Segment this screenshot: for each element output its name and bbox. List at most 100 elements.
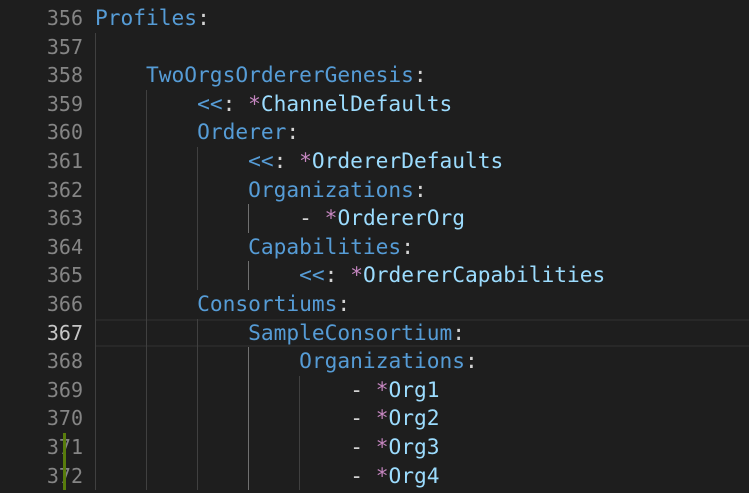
punctuation: : xyxy=(222,90,249,116)
indent-guide xyxy=(95,318,96,348)
indent-guide xyxy=(95,32,96,62)
line-number[interactable]: 361 xyxy=(0,147,83,176)
punctuation: : xyxy=(197,5,210,30)
indent-guide xyxy=(146,289,148,319)
indent-guide xyxy=(146,404,148,433)
indent-guide xyxy=(95,375,96,405)
indent-guide xyxy=(95,232,96,262)
punctuation: : xyxy=(324,262,351,288)
alias-name: ChannelDefaults xyxy=(260,90,453,116)
added-line-marker[interactable] xyxy=(63,461,66,491)
indent-guide xyxy=(146,318,148,348)
line-number[interactable]: 372 xyxy=(0,462,83,491)
yaml-key: << xyxy=(248,147,274,173)
indent-guide xyxy=(95,61,96,90)
indent-guide xyxy=(146,118,148,147)
added-line-marker[interactable] xyxy=(63,432,66,462)
yaml-key: TwoOrgsOrdererGenesis xyxy=(146,62,414,88)
line-number[interactable]: 370 xyxy=(0,404,83,433)
yaml-key: << xyxy=(197,90,223,116)
punctuation: : xyxy=(273,147,300,173)
alias-marker: * xyxy=(375,433,389,459)
indent-guide xyxy=(146,146,148,176)
indent-guide xyxy=(95,289,96,319)
code-line[interactable]: 360 Orderer: xyxy=(0,118,749,147)
code-text: TwoOrgsOrdererGenesis: xyxy=(146,61,427,90)
line-number[interactable]: 371 xyxy=(0,433,83,462)
line-number[interactable]: 366 xyxy=(0,290,83,319)
indent-guide xyxy=(248,432,250,462)
code-line[interactable]: 364 Capabilities: xyxy=(0,232,749,262)
yaml-key: Consortiums xyxy=(197,290,338,316)
indent-guide xyxy=(146,432,148,462)
code-text: - *OrdererOrg xyxy=(299,204,465,233)
code-text: - *Org2 xyxy=(350,404,439,433)
punctuation: - xyxy=(350,433,376,459)
indent-guide xyxy=(95,89,96,119)
code-line[interactable]: 362 Organizations: xyxy=(0,175,749,205)
indent-guide xyxy=(146,347,148,376)
alias-marker: * xyxy=(324,205,338,231)
indent-guide xyxy=(95,175,96,205)
code-text: - *Org3 xyxy=(350,433,439,462)
line-number[interactable]: 363 xyxy=(0,204,83,233)
indent-guide xyxy=(299,461,301,491)
indent-guide xyxy=(299,432,301,462)
alias-marker: * xyxy=(375,405,389,431)
punctuation: : xyxy=(413,176,427,202)
indent-guide xyxy=(95,261,96,290)
punctuation: : xyxy=(286,119,300,145)
indent-guide xyxy=(146,375,148,405)
alias-marker: * xyxy=(299,147,312,173)
line-number[interactable]: 360 xyxy=(0,118,83,147)
code-line[interactable]: 369 - *Org1 xyxy=(0,375,749,405)
alias-name: Org3 xyxy=(388,433,440,459)
line-number[interactable]: 357 xyxy=(0,33,83,62)
alias-name: Org1 xyxy=(388,376,440,402)
indent-guide xyxy=(248,204,250,233)
indent-guide xyxy=(197,318,199,348)
code-line[interactable]: 371 - *Org3 xyxy=(0,432,749,462)
punctuation: : xyxy=(464,348,478,374)
code-text: Consortiums: xyxy=(197,290,350,319)
line-number[interactable]: 356 xyxy=(0,4,83,33)
line-number[interactable]: 365 xyxy=(0,261,83,290)
line-number[interactable]: 359 xyxy=(0,90,83,119)
code-line[interactable]: 370 - *Org2 xyxy=(0,404,749,433)
code-text: Profiles: xyxy=(95,4,210,33)
code-line[interactable]: 356 Profiles: xyxy=(0,4,749,33)
code-line[interactable]: 359 <<: *ChannelDefaults xyxy=(0,89,749,119)
code-line[interactable]: 365 <<: *OrdererCapabilities xyxy=(0,261,749,290)
code-line[interactable]: 372 - *Org4 xyxy=(0,461,749,491)
yaml-key: SampleConsortium xyxy=(248,319,453,345)
yaml-key: Organizations xyxy=(248,176,414,202)
code-line[interactable]: 363 - *OrdererOrg xyxy=(0,204,749,233)
code-text: Orderer: xyxy=(197,118,299,147)
line-number[interactable]: 358 xyxy=(0,61,83,90)
punctuation: - xyxy=(350,405,376,431)
line-number[interactable]: 362 xyxy=(0,176,83,205)
alias-name: Org4 xyxy=(388,462,440,488)
code-line[interactable]: 361 <<: *OrdererDefaults xyxy=(0,146,749,176)
line-number[interactable]: 367 xyxy=(0,319,83,348)
line-number[interactable]: 369 xyxy=(0,376,83,405)
alias-marker: * xyxy=(350,262,363,288)
indent-guide xyxy=(248,461,250,491)
code-text: Capabilities: xyxy=(248,233,414,262)
code-line[interactable]: 368 Organizations: xyxy=(0,347,749,376)
code-line[interactable]: 366 Consortiums: xyxy=(0,289,749,319)
indent-guide xyxy=(248,375,250,405)
code-editor[interactable]: 356 Profiles: 357 358 TwoOrgsOrdererGenesis:… xyxy=(0,4,749,491)
indent-guide xyxy=(95,347,96,376)
indent-guide xyxy=(95,204,96,233)
code-line[interactable]: 358 TwoOrgsOrdererGenesis: xyxy=(0,61,749,90)
line-number[interactable]: 364 xyxy=(0,233,83,262)
code-line[interactable]: 367 SampleConsortium: xyxy=(0,318,749,348)
line-number[interactable]: 368 xyxy=(0,347,83,376)
indent-guide xyxy=(146,89,148,119)
indent-guide xyxy=(146,461,148,491)
indent-guide xyxy=(197,375,199,405)
code-text: - *Org1 xyxy=(350,376,439,405)
indent-guide xyxy=(146,232,148,262)
code-line[interactable]: 357 xyxy=(0,32,749,62)
